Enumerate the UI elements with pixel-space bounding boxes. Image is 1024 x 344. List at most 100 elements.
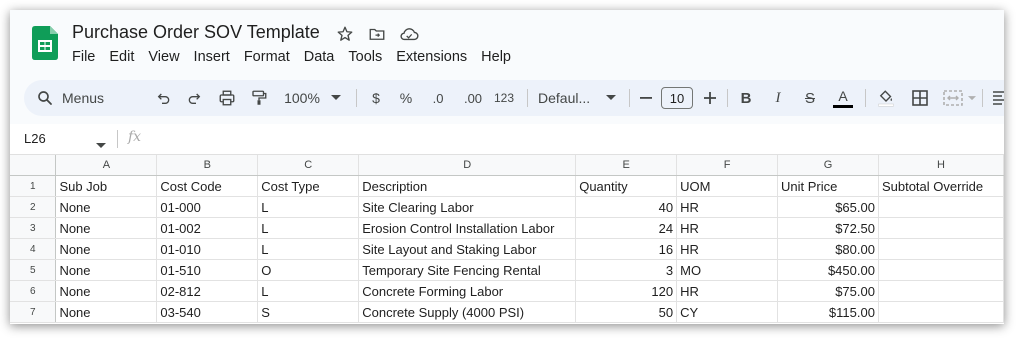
row-header[interactable]: 2 [10,196,57,218]
cell-e5[interactable]: 3 [575,259,678,281]
row-header[interactable]: 5 [10,259,57,281]
cell-f3[interactable]: HR [676,217,779,239]
name-box[interactable]: L26 [24,131,46,146]
paint-format-icon[interactable] [248,80,270,116]
star-icon[interactable] [335,24,355,44]
column-header-f[interactable]: F [676,155,779,176]
menu-search-button[interactable]: Menus [36,80,144,116]
merge-cells-icon[interactable] [940,80,966,116]
cell-a3[interactable]: None [55,217,158,239]
column-header-a[interactable]: A [55,155,158,176]
cell-d1[interactable]: Description [358,175,577,197]
cell-f7[interactable]: CY [676,301,779,323]
cell-c3[interactable]: L [257,217,360,239]
cell-a6[interactable]: None [55,280,158,302]
cell-c7[interactable]: S [257,301,360,323]
cell-h1[interactable]: Subtotal Override [878,175,1004,197]
cell-g7[interactable]: $115.00 [777,301,879,323]
cell-b6[interactable]: 02-812 [156,280,259,302]
menu-data[interactable]: Data [304,49,344,65]
cell-e3[interactable]: 24 [575,217,678,239]
cell-c1[interactable]: Cost Type [257,175,360,197]
chevron-down-icon[interactable] [604,80,618,116]
cell-d2[interactable]: Site Clearing Labor [358,196,577,218]
column-header-h[interactable]: H [878,155,1004,176]
cell-b7[interactable]: 03-540 [156,301,259,323]
sheets-logo-icon[interactable] [32,26,58,60]
menu-help[interactable]: Help [481,49,520,65]
menu-extensions[interactable]: Extensions [396,49,476,65]
print-icon[interactable] [216,80,238,116]
cell-d5[interactable]: Temporary Site Fencing Rental [358,259,577,281]
increase-decimal-button[interactable]: .00 [459,80,487,116]
menu-insert[interactable]: Insert [194,49,239,65]
font-size-input[interactable]: 10 [661,87,693,109]
cell-d4[interactable]: Site Layout and Staking Labor [358,238,577,260]
cell-b4[interactable]: 01-010 [156,238,259,260]
select-all-corner[interactable] [10,155,57,176]
cell-a7[interactable]: None [55,301,158,323]
cell-c4[interactable]: L [257,238,360,260]
percent-format-button[interactable]: % [398,80,414,116]
cell-h3[interactable] [878,217,1004,239]
menu-format[interactable]: Format [244,49,299,65]
cell-e6[interactable]: 120 [575,280,678,302]
column-header-e[interactable]: E [575,155,678,176]
cell-g5[interactable]: $450.00 [777,259,879,281]
cell-h7[interactable] [878,301,1004,323]
cell-d7[interactable]: Concrete Supply (4000 PSI) [358,301,577,323]
cell-f4[interactable]: HR [676,238,779,260]
undo-icon[interactable] [154,80,174,116]
bold-button[interactable]: B [738,80,754,116]
document-title[interactable]: Purchase Order SOV Template [72,22,320,43]
cell-b5[interactable]: 01-510 [156,259,259,281]
decrease-decimal-button[interactable]: .0 [426,80,450,116]
cell-c2[interactable]: L [257,196,360,218]
fill-color-icon[interactable] [875,80,897,116]
chevron-down-icon[interactable] [329,80,343,116]
column-header-c[interactable]: C [257,155,360,176]
redo-icon[interactable] [184,80,204,116]
cell-f5[interactable]: MO [676,259,779,281]
row-header[interactable]: 6 [10,280,57,302]
cell-g6[interactable]: $75.00 [777,280,879,302]
row-header[interactable]: 4 [10,238,57,260]
menu-edit[interactable]: Edit [109,49,143,65]
cell-e7[interactable]: 50 [575,301,678,323]
cell-e1[interactable]: Quantity [575,175,678,197]
column-header-b[interactable]: B [156,155,259,176]
currency-format-button[interactable]: $ [368,80,384,116]
cell-h2[interactable] [878,196,1004,218]
menu-file[interactable]: File [72,49,104,65]
borders-icon[interactable] [909,80,931,116]
cell-a1[interactable]: Sub Job [55,175,158,197]
cell-f2[interactable]: HR [676,196,779,218]
strikethrough-button[interactable]: S [802,80,818,116]
cell-g2[interactable]: $65.00 [777,196,879,218]
cell-a2[interactable]: None [55,196,158,218]
text-color-button[interactable]: A [832,80,854,116]
row-header[interactable]: 3 [10,217,57,239]
cell-e2[interactable]: 40 [575,196,678,218]
chevron-down-icon[interactable] [966,80,978,116]
cell-g4[interactable]: $80.00 [777,238,879,260]
cell-b3[interactable]: 01-002 [156,217,259,239]
menu-view[interactable]: View [148,49,188,65]
column-header-g[interactable]: G [777,155,879,176]
cell-h4[interactable] [878,238,1004,260]
zoom-select[interactable]: 100% [282,80,322,116]
column-header-d[interactable]: D [358,155,577,176]
cell-d6[interactable]: Concrete Forming Labor [358,280,577,302]
increase-font-size-icon[interactable] [703,80,717,116]
cell-c6[interactable]: L [257,280,360,302]
cell-b1[interactable]: Cost Code [156,175,259,197]
more-formats-button[interactable]: 123 [492,80,516,116]
decrease-font-size-icon[interactable] [639,80,653,116]
cloud-status-icon[interactable] [399,24,419,44]
cell-a4[interactable]: None [55,238,158,260]
cell-a5[interactable]: None [55,259,158,281]
italic-button[interactable]: I [770,80,786,116]
horizontal-align-icon[interactable] [990,80,1004,116]
cell-d3[interactable]: Erosion Control Installation Labor [358,217,577,239]
cell-g3[interactable]: $72.50 [777,217,879,239]
